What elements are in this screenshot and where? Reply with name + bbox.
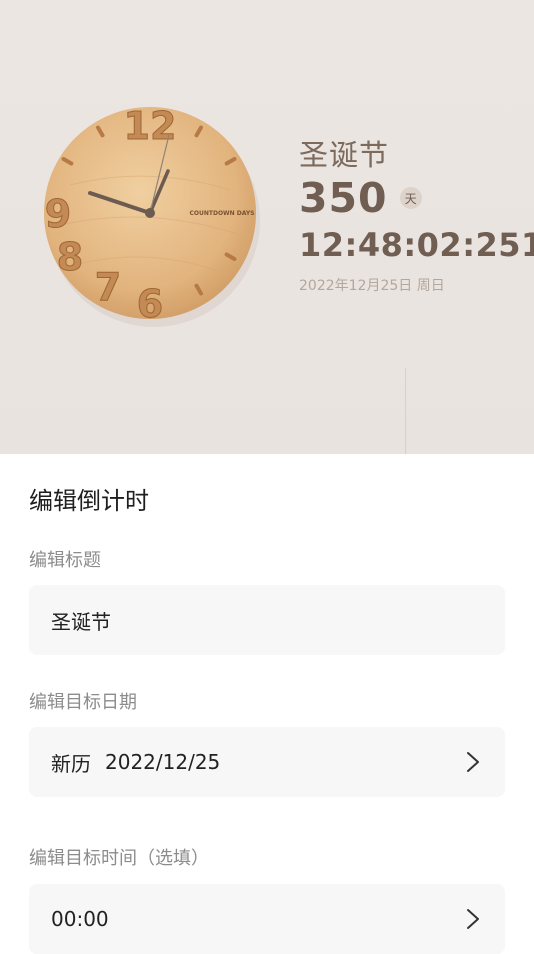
clock-brand-text: COUNTDOWN DAYS bbox=[189, 210, 254, 217]
edit-countdown-sheet: 编辑倒计时 编辑标题 圣诞节 编辑目标日期 新历 2022/12/25 编辑目标… bbox=[0, 454, 534, 954]
title-input[interactable]: 圣诞节 bbox=[29, 585, 505, 655]
days-unit-badge: 天 bbox=[399, 187, 422, 209]
time-field-label: 编辑目标时间（选填） bbox=[29, 848, 209, 869]
clock-numeral-6: 6 bbox=[137, 282, 163, 326]
wooden-clock-illustration: 12 9 6 7 8 COUNTDOWN DAYS bbox=[30, 95, 270, 335]
clock-numeral-7: 7 bbox=[95, 265, 121, 309]
calendar-type: 新历 bbox=[51, 751, 91, 776]
title-input-value: 圣诞节 bbox=[51, 609, 111, 634]
time-value: 00:00 bbox=[51, 907, 109, 931]
target-date-caption: 2022年12月25日 周日 bbox=[299, 278, 445, 294]
time-picker-row[interactable]: 00:00 bbox=[29, 884, 505, 954]
date-field-label: 编辑目标日期 bbox=[29, 692, 137, 713]
days-remaining: 350 bbox=[299, 174, 388, 222]
time-remaining: 12:48:02:251 bbox=[299, 226, 534, 264]
clock-svg: 12 9 6 7 8 COUNTDOWN DAYS bbox=[44, 104, 260, 327]
date-picker-row[interactable]: 新历 2022/12/25 bbox=[29, 727, 505, 797]
chevron-right-icon bbox=[467, 752, 479, 772]
days-remaining-row: 350 天 bbox=[299, 174, 422, 222]
chevron-right-icon bbox=[467, 909, 479, 929]
clock-center-pin bbox=[145, 208, 155, 218]
clock-numeral-8: 8 bbox=[57, 235, 83, 279]
date-value: 2022/12/25 bbox=[105, 750, 221, 774]
event-title: 圣诞节 bbox=[299, 138, 390, 172]
sheet-title: 编辑倒计时 bbox=[29, 487, 149, 515]
clock-numeral-12: 12 bbox=[124, 104, 177, 148]
clock-numeral-9: 9 bbox=[45, 192, 71, 236]
title-field-label: 编辑标题 bbox=[29, 550, 101, 571]
countdown-hero: 12 9 6 7 8 COUNTDOWN DAYS 圣诞节 350 天 12:4… bbox=[0, 0, 534, 454]
wall-divider bbox=[405, 368, 406, 454]
